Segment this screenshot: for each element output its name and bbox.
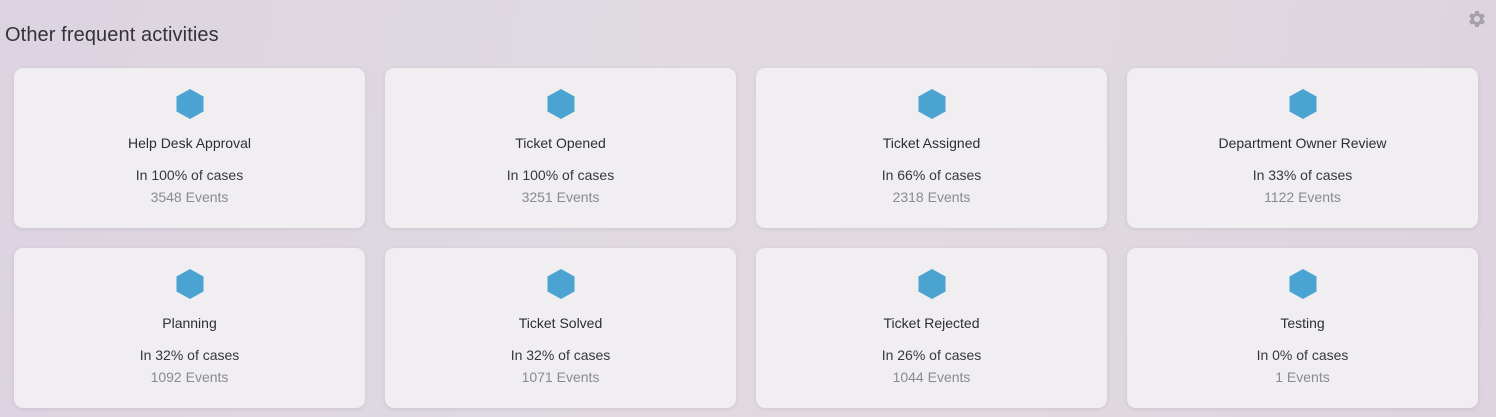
activity-card-help-desk-approval[interactable]: Help Desk Approval In 100% of cases 3548…	[14, 68, 365, 228]
hexagon-icon	[176, 269, 203, 299]
activity-card-ticket-opened[interactable]: Ticket Opened In 100% of cases 3251 Even…	[385, 68, 736, 228]
hexagon-icon	[918, 89, 945, 119]
hexagon-icon	[176, 89, 203, 119]
section-title: Other frequent activities	[5, 24, 219, 46]
activity-card-ticket-rejected[interactable]: Ticket Rejected In 26% of cases 1044 Eve…	[756, 248, 1107, 408]
activity-case-percentage: In 26% of cases	[881, 347, 982, 363]
activity-name: Planning	[162, 315, 217, 331]
activity-name: Ticket Assigned	[882, 135, 981, 151]
activity-event-count: 3548 Events	[150, 189, 229, 205]
activity-case-percentage: In 32% of cases	[139, 347, 240, 363]
gear-icon[interactable]	[1467, 9, 1487, 29]
activity-case-percentage: In 0% of cases	[1256, 347, 1349, 363]
activity-event-count: 1 Events	[1275, 369, 1330, 385]
activity-name: Ticket Opened	[515, 135, 606, 151]
hexagon-icon	[1289, 269, 1316, 299]
activity-card-ticket-assigned[interactable]: Ticket Assigned In 66% of cases 2318 Eve…	[756, 68, 1107, 228]
activity-case-percentage: In 33% of cases	[1252, 167, 1353, 183]
hexagon-icon	[547, 89, 574, 119]
activity-event-count: 1092 Events	[150, 369, 229, 385]
activity-case-percentage: In 66% of cases	[881, 167, 982, 183]
hexagon-icon	[918, 269, 945, 299]
activity-name: Help Desk Approval	[128, 135, 251, 151]
activity-case-percentage: In 100% of cases	[135, 167, 244, 183]
hexagon-icon	[547, 269, 574, 299]
hexagon-icon	[1289, 89, 1316, 119]
activity-name: Ticket Solved	[518, 315, 603, 331]
activity-event-count: 1122 Events	[1264, 189, 1341, 205]
activity-card-planning[interactable]: Planning In 32% of cases 1092 Events	[14, 248, 365, 408]
activity-card-department-owner-review[interactable]: Department Owner Review In 33% of cases …	[1127, 68, 1478, 228]
activity-event-count: 3251 Events	[521, 189, 600, 205]
activity-event-count: 2318 Events	[892, 189, 971, 205]
activity-card-ticket-solved[interactable]: Ticket Solved In 32% of cases 1071 Event…	[385, 248, 736, 408]
activity-name: Testing	[1280, 315, 1325, 331]
activity-card-testing[interactable]: Testing In 0% of cases 1 Events	[1127, 248, 1478, 408]
activity-name: Ticket Rejected	[883, 315, 980, 331]
activity-event-count: 1044 Events	[892, 369, 971, 385]
activity-grid: Help Desk Approval In 100% of cases 3548…	[14, 68, 1478, 408]
activity-case-percentage: In 32% of cases	[510, 347, 611, 363]
activity-case-percentage: In 100% of cases	[506, 167, 615, 183]
activity-event-count: 1071 Events	[521, 369, 600, 385]
activity-name: Department Owner Review	[1218, 135, 1387, 151]
